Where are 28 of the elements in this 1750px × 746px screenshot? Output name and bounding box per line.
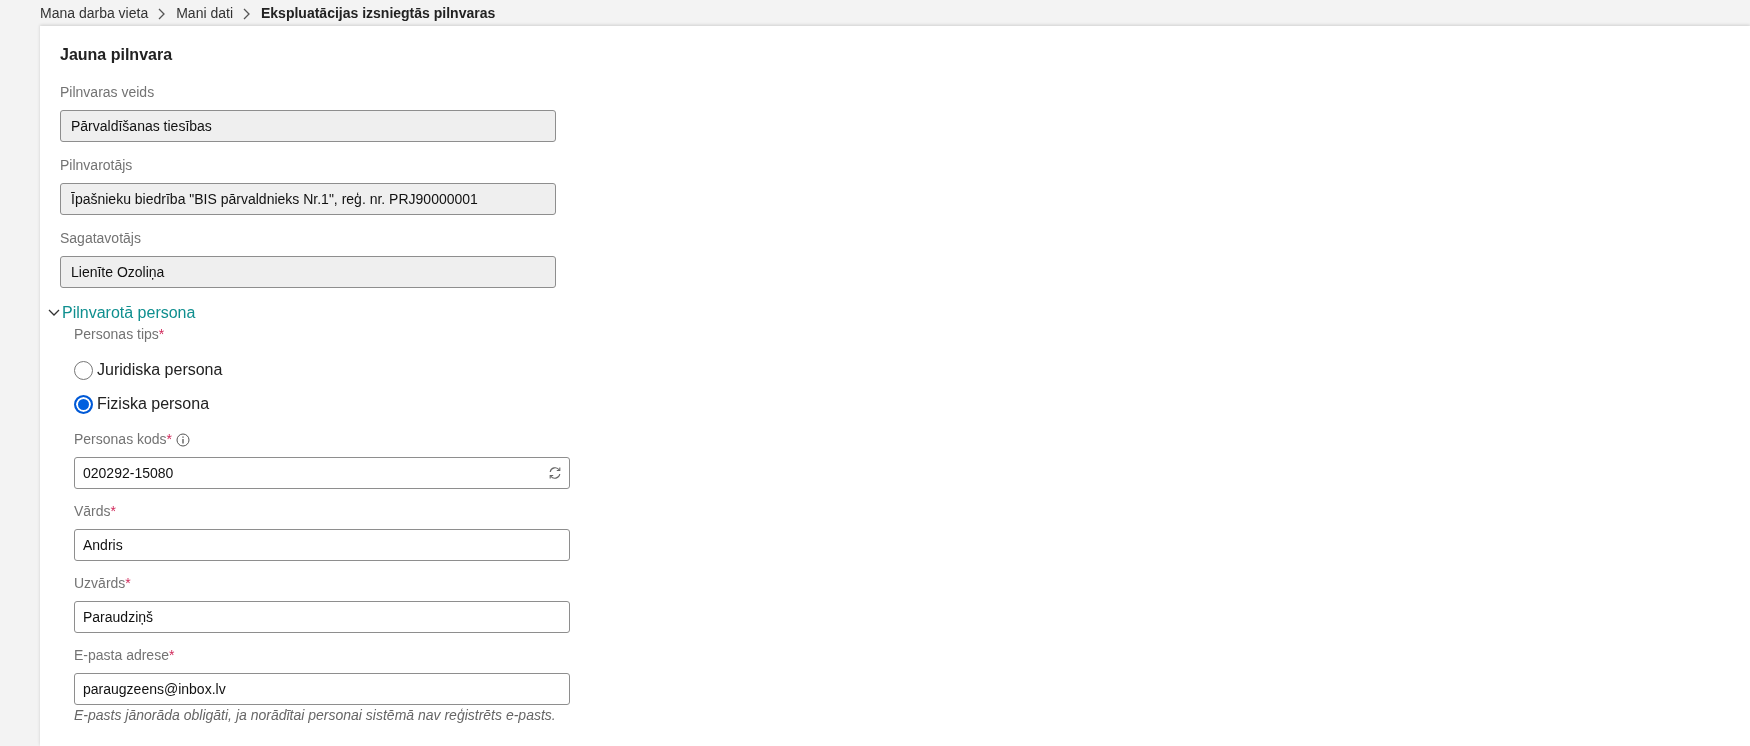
breadcrumb-link[interactable]: Mani dati (176, 3, 233, 24)
help-text: E-pasts jānorāda obligāti, ja norādītai personai sistēmā nav reģistrēts e-pasts. (74, 706, 557, 726)
breadcrumb-current: Ekspluatācijas izsniegtās pilnvaras (261, 4, 496, 23)
field-label: Personas kods* (74, 430, 173, 449)
field-label: Sagatavotājs (60, 229, 141, 248)
field-label: Pilnvaras veids (60, 83, 155, 102)
readonly-field: Pārvaldīšanas tiesības (60, 110, 556, 143)
chevron-right-icon (158, 7, 167, 20)
breadcrumb-link[interactable]: Mana darba vieta (40, 3, 149, 24)
section-toggle[interactable]: Pilnvarotā persona (48, 301, 196, 326)
input-field[interactable]: Paraudziņš (74, 601, 570, 634)
field-label: Uzvārds* (74, 574, 131, 593)
readonly-field: Lienīte Ozoliņa (60, 256, 556, 289)
input-field[interactable]: paraugzeens@inbox.lv (74, 673, 570, 706)
field-label: Pilnvarotājs (60, 156, 133, 175)
field-label: Vārds* (74, 502, 117, 521)
input-field[interactable]: Andris (74, 529, 570, 562)
radio-option[interactable]: Fiziska persona (74, 392, 1730, 417)
chevron-right-icon (243, 7, 251, 20)
readonly-field: Īpašnieku biedrība "BIS pārvaldnieks Nr.1", reģ. nr. PRJ90000001 (60, 183, 556, 216)
info-icon[interactable] (176, 432, 191, 447)
refresh-icon[interactable] (548, 466, 562, 481)
form-title: Jauna pilnvara (60, 45, 174, 65)
input-field[interactable]: 020292-15080 (74, 457, 570, 490)
chevron-down-icon (48, 309, 60, 318)
field-label: Personas tips* (74, 325, 165, 344)
radio-option[interactable]: Juridiska persona (74, 358, 1730, 383)
field-label: E-pasta adrese* (74, 646, 175, 665)
